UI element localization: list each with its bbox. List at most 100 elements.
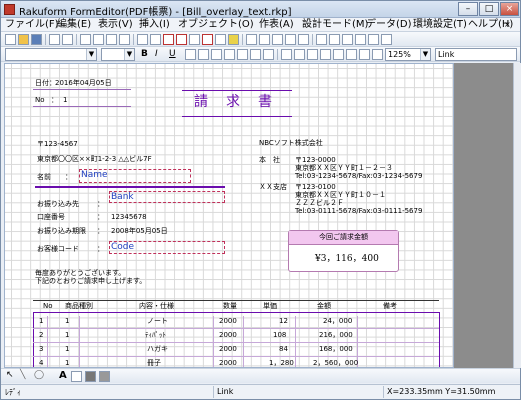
account-separator: ： bbox=[97, 213, 104, 221]
field-icon[interactable] bbox=[285, 34, 296, 45]
title-bar: Rakuform FormEditor(PDF帳票) - [Bill_overl… bbox=[1, 1, 520, 18]
help-icon[interactable] bbox=[381, 34, 392, 45]
menu-object[interactable]: オブジェクト(O) bbox=[178, 19, 254, 31]
line-style-icon[interactable] bbox=[281, 49, 292, 60]
vertical-scrollbar[interactable] bbox=[513, 63, 521, 368]
close-button[interactable]: × bbox=[500, 2, 519, 16]
account-value: 12345678 bbox=[111, 213, 147, 221]
app-window: Rakuform FormEditor(PDF帳票) - [Bill_overl… bbox=[0, 0, 521, 400]
row-no: 2 bbox=[39, 331, 44, 339]
link-combo[interactable]: Link bbox=[435, 48, 517, 61]
row-desc: ハガキ bbox=[147, 345, 168, 353]
bank-label: お振り込み先 bbox=[37, 200, 79, 208]
save-icon[interactable] bbox=[31, 34, 42, 45]
toolbar-separator bbox=[45, 34, 46, 45]
font-color-icon[interactable] bbox=[333, 49, 344, 60]
line-tool-icon[interactable]: ╲ bbox=[20, 371, 25, 380]
font-size-combo[interactable]: ▼ bbox=[101, 48, 135, 61]
text-tool-icon[interactable]: A bbox=[59, 371, 67, 381]
italic-button[interactable]: I bbox=[155, 50, 158, 59]
valign-middle-icon[interactable] bbox=[250, 49, 261, 60]
menu-settings[interactable]: 環境設定(T) bbox=[413, 19, 467, 31]
ungroup-tool-icon[interactable] bbox=[99, 371, 110, 382]
customer-address: 東京都〇〇区××町1-2-3 △△ビル7F bbox=[37, 155, 152, 163]
undo-icon[interactable] bbox=[119, 34, 130, 45]
name-separator: ： bbox=[65, 173, 72, 181]
paste-icon[interactable] bbox=[106, 34, 117, 45]
align-top-edge-icon[interactable] bbox=[150, 34, 161, 45]
row-price: 12 bbox=[279, 317, 288, 325]
align-left-icon[interactable] bbox=[185, 49, 196, 60]
design-canvas[interactable]: 日付： 2016年04月05日 No ： 1 請 求 書 〒123-4567 東… bbox=[4, 63, 454, 368]
chevron-down-icon: ▼ bbox=[420, 49, 430, 60]
status-divider bbox=[213, 386, 214, 398]
print-preview-icon[interactable] bbox=[62, 34, 73, 45]
border-icon[interactable] bbox=[307, 49, 318, 60]
menu-design-mode[interactable]: 設計モード(M) bbox=[302, 19, 368, 31]
valign-top-icon[interactable] bbox=[237, 49, 248, 60]
minimize-button[interactable]: – bbox=[458, 2, 478, 16]
menu-file[interactable]: ファイル(F) bbox=[5, 19, 59, 31]
barcode2-icon[interactable] bbox=[259, 34, 270, 45]
new-icon[interactable] bbox=[5, 34, 16, 45]
align-right-icon[interactable] bbox=[211, 49, 222, 60]
layer-icon[interactable] bbox=[316, 34, 327, 45]
bold-button[interactable]: B bbox=[141, 50, 148, 59]
menu-view[interactable]: 表示(V) bbox=[98, 19, 133, 31]
group-tool-icon[interactable] bbox=[85, 371, 96, 382]
window-title: Rakuform FormEditor(PDF帳票) - [Bill_overl… bbox=[19, 7, 292, 18]
date-underline bbox=[33, 89, 131, 90]
col-header-desc: 内容・仕様 bbox=[139, 302, 174, 310]
font-combo[interactable]: ▼ bbox=[5, 48, 97, 61]
menu-insert[interactable]: 挿入(I) bbox=[139, 19, 170, 31]
print-icon[interactable] bbox=[49, 34, 60, 45]
valign-bottom-icon[interactable] bbox=[263, 49, 274, 60]
list-icon[interactable] bbox=[359, 49, 370, 60]
menu-edit[interactable]: 編集(E) bbox=[57, 19, 91, 31]
fill-color-icon[interactable] bbox=[320, 49, 331, 60]
field-tool-icon[interactable] bbox=[71, 371, 82, 382]
branch-postal: 〒123-0100 bbox=[295, 183, 336, 191]
status-coordinates: X=233.35mm Y=31.50mm bbox=[387, 387, 496, 396]
menu-data[interactable]: データ(D) bbox=[366, 19, 412, 31]
zoom-combo[interactable]: 125% ▼ bbox=[385, 48, 431, 61]
deadline-label: お振り込み期限 bbox=[37, 227, 86, 235]
ellipse-tool-icon[interactable]: ◯ bbox=[34, 371, 44, 380]
mdi-close-button[interactable]: × bbox=[504, 19, 511, 31]
row-rule bbox=[33, 342, 439, 343]
menu-table[interactable]: 作表(A) bbox=[259, 19, 294, 31]
qr-icon[interactable] bbox=[272, 34, 283, 45]
barcode-icon[interactable] bbox=[246, 34, 257, 45]
paragraph-icon[interactable] bbox=[346, 49, 357, 60]
format-toolbar: ▼ ▼ B I U 125% ▼ Link bbox=[1, 47, 520, 62]
image-icon[interactable] bbox=[215, 34, 226, 45]
pointer-tool-icon[interactable]: ↖ bbox=[6, 371, 14, 380]
underline-button[interactable]: U bbox=[169, 50, 176, 59]
row-no: 4 bbox=[39, 359, 44, 367]
copy-icon[interactable] bbox=[93, 34, 104, 45]
zoom-out-icon[interactable] bbox=[368, 34, 379, 45]
grid-icon[interactable] bbox=[189, 34, 200, 45]
no-label: No bbox=[35, 96, 45, 104]
table-icon[interactable] bbox=[176, 34, 187, 45]
align-left-edge-icon[interactable] bbox=[137, 34, 148, 45]
open-folder-icon[interactable] bbox=[18, 34, 29, 45]
row-qty: 2000 bbox=[219, 345, 237, 353]
align-center-icon[interactable] bbox=[198, 49, 209, 60]
highlight-icon[interactable] bbox=[228, 34, 239, 45]
cut-icon[interactable] bbox=[80, 34, 91, 45]
row-amount: 24，000 bbox=[323, 317, 353, 325]
line-width-icon[interactable] bbox=[294, 49, 305, 60]
col-header-qty: 数量 bbox=[223, 302, 237, 310]
row-desc: 冊子 bbox=[147, 359, 161, 367]
status-ready: ﾚﾃﾞｨ bbox=[5, 388, 21, 397]
link-icon[interactable] bbox=[329, 34, 340, 45]
check-icon[interactable] bbox=[298, 34, 309, 45]
rect-icon[interactable] bbox=[202, 34, 213, 45]
justify-icon[interactable] bbox=[224, 49, 235, 60]
outdent-icon[interactable] bbox=[372, 49, 383, 60]
zoom-in-icon[interactable] bbox=[355, 34, 366, 45]
data-icon[interactable] bbox=[342, 34, 353, 45]
maximize-button[interactable]: □ bbox=[479, 2, 499, 16]
frame-icon[interactable] bbox=[163, 34, 174, 45]
